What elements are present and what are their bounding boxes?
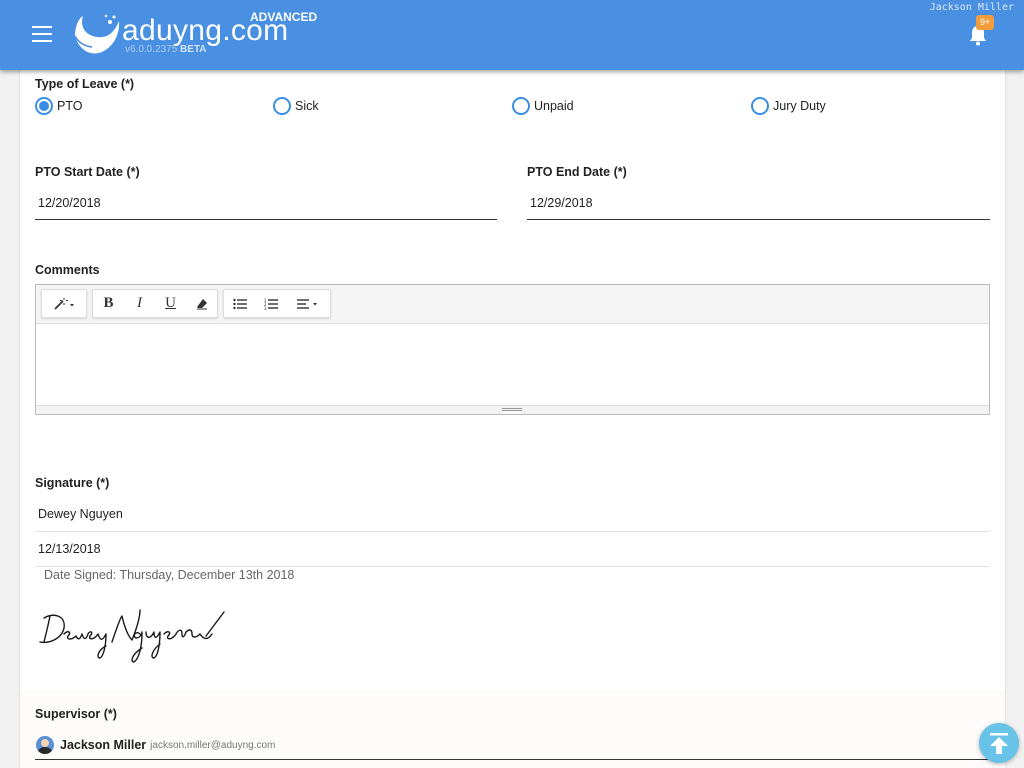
radio-circle[interactable] (751, 97, 769, 115)
leave-type-label: Type of Leave (*) (35, 77, 135, 91)
font-style-group: B I U (92, 289, 218, 318)
editor-resize-handle[interactable] (36, 405, 989, 414)
end-date-input[interactable]: 12/29/2018 (527, 194, 990, 210)
radio-pto-label: PTO (57, 99, 83, 113)
paragraph-group: 123 (223, 289, 331, 318)
eraser-icon[interactable] (186, 290, 217, 317)
end-date-underline (527, 219, 990, 220)
bold-icon[interactable]: B (93, 290, 124, 317)
signature-date-underline (35, 566, 990, 567)
radio-unpaid-label: Unpaid (534, 99, 574, 113)
comments-label: Comments (35, 263, 100, 277)
version-number: v6.0.0.2375 (125, 44, 178, 55)
handwritten-signature (39, 609, 225, 663)
version-label: v6.0.0.2375 BETA (125, 44, 207, 55)
editor-toolbar: B I U 123 (36, 285, 989, 324)
supervisor-underline (35, 759, 990, 760)
scroll-to-top-button[interactable] (979, 723, 1019, 763)
italic-icon[interactable]: I (124, 290, 155, 317)
align-dropdown-icon[interactable] (286, 290, 330, 317)
user-name[interactable]: Jackson Miller (930, 2, 1014, 13)
hamburger-menu-icon[interactable] (32, 26, 52, 42)
style-group (41, 289, 87, 318)
signature-label: Signature (*) (35, 476, 110, 490)
date-signed-text: Date Signed: Thursday, December 13th 201… (44, 568, 295, 582)
radio-sick-label: Sick (295, 99, 319, 113)
top-bar: aduyng.com ADVANCED v6.0.0.2375 BETA Jac… (0, 0, 1024, 70)
arrow-up-icon (990, 733, 1008, 754)
radio-jury-duty-label: Jury Duty (773, 99, 826, 113)
start-date-label: PTO Start Date (*) (35, 165, 140, 179)
radio-jury-duty[interactable]: Jury Duty (751, 97, 826, 115)
comments-textarea[interactable] (36, 324, 989, 405)
signature-name-underline (35, 531, 990, 532)
supervisor-avatar (36, 736, 54, 754)
supervisor-select[interactable]: Jackson Miller jackson.miller@aduyng.com (36, 736, 275, 754)
svg-text:3: 3 (264, 306, 267, 310)
radio-unpaid[interactable]: Unpaid (512, 97, 574, 115)
end-date-label: PTO End Date (*) (527, 165, 627, 179)
supervisor-email: jackson.miller@aduyng.com (150, 739, 276, 751)
underline-icon[interactable]: U (155, 290, 186, 317)
edition-label: ADVANCED (250, 10, 318, 24)
start-date-input[interactable]: 12/20/2018 (35, 194, 497, 210)
unordered-list-icon[interactable] (224, 290, 255, 317)
notification-badge[interactable]: 9+ (976, 15, 995, 30)
ordered-list-icon[interactable]: 123 (255, 290, 286, 317)
supervisor-label: Supervisor (*) (35, 707, 117, 721)
magic-wand-icon[interactable] (42, 290, 86, 317)
radio-pto[interactable]: PTO (35, 97, 82, 115)
form-card-lower (20, 690, 1005, 768)
comments-editor: B I U 123 (35, 284, 990, 415)
radio-circle[interactable] (512, 97, 530, 115)
start-date-underline (35, 219, 497, 220)
radio-circle[interactable] (35, 97, 53, 115)
radio-circle[interactable] (273, 97, 291, 115)
whale-logo-icon[interactable] (72, 12, 122, 58)
radio-sick[interactable]: Sick (273, 97, 319, 115)
version-tag: BETA (180, 44, 207, 55)
supervisor-name: Jackson Miller (60, 738, 147, 752)
signature-name-input[interactable]: Dewey Nguyen (35, 505, 990, 521)
signature-date-input[interactable]: 12/13/2018 (35, 540, 990, 556)
